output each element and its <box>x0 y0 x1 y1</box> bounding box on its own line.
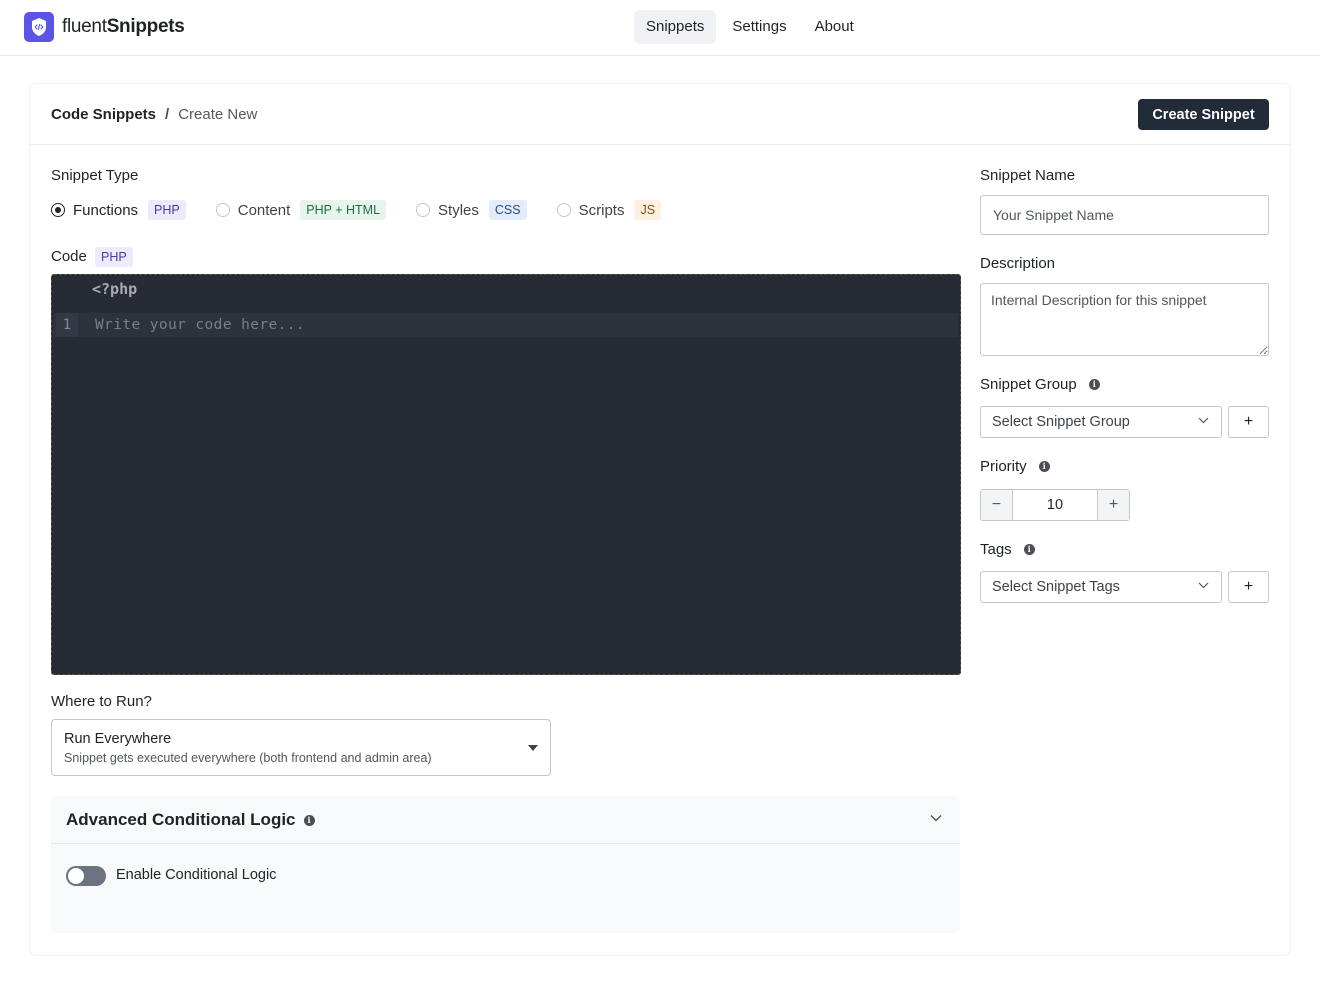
snippet-name-label: Snippet Name <box>980 167 1076 184</box>
code-placeholder: Write your code here... <box>95 317 305 333</box>
info-icon[interactable]: i <box>1088 378 1100 390</box>
type-label-functions: Functions <box>73 201 139 219</box>
badge-php: PHP <box>148 200 186 220</box>
advanced-panel-title: Advanced Conditional Logic i <box>66 810 315 830</box>
badge-php-html: PHP + HTML <box>300 200 387 220</box>
code-editor[interactable]: <?php 1 Write your code here... <box>51 274 961 675</box>
type-option-functions[interactable]: Functions PHP <box>51 200 186 220</box>
description-textarea[interactable] <box>980 283 1269 356</box>
advanced-panel-header[interactable]: Advanced Conditional Logic i <box>51 796 960 844</box>
php-open-tag: <?php <box>92 280 138 298</box>
type-option-content[interactable]: Content PHP + HTML <box>215 200 387 220</box>
add-snippet-tag-button[interactable]: + <box>1228 571 1269 603</box>
conditional-logic-toggle[interactable] <box>66 866 106 886</box>
breadcrumb-separator: / <box>165 106 170 123</box>
top-navbar: fluentSnippets Snippets Settings About <box>0 0 1320 56</box>
shield-code-icon <box>24 12 54 42</box>
snippet-group-label-text: Snippet Group <box>980 376 1077 393</box>
info-icon[interactable]: i <box>1038 460 1050 472</box>
caret-down-icon <box>528 745 538 751</box>
tags-label-text: Tags <box>980 541 1012 558</box>
advanced-conditional-logic-panel: Advanced Conditional Logic i Enable Cond… <box>51 796 960 933</box>
add-snippet-group-button[interactable]: + <box>1228 406 1269 438</box>
chevron-down-icon <box>1198 417 1209 424</box>
info-icon[interactable]: i <box>1023 543 1035 555</box>
snippet-group-placeholder: Select Snippet Group <box>992 414 1130 430</box>
editor-active-line[interactable]: 1 Write your code here... <box>53 313 958 337</box>
priority-label: Priority i <box>980 458 1050 475</box>
type-option-scripts[interactable]: Scripts JS <box>556 200 662 220</box>
code-badge-php: PHP <box>95 247 133 267</box>
snippet-tags-select[interactable]: Select Snippet Tags <box>980 571 1222 603</box>
conditional-logic-toggle-label: Enable Conditional Logic <box>116 867 277 883</box>
priority-value[interactable]: 10 <box>1013 490 1097 520</box>
description-label: Description <box>980 255 1056 272</box>
badge-js: JS <box>634 200 662 220</box>
main-nav: Snippets Settings About <box>634 10 870 44</box>
where-to-run-select[interactable]: Run Everywhere Snippet gets executed eve… <box>51 719 551 776</box>
brand-name: fluentSnippets <box>62 16 185 38</box>
radio-scripts[interactable] <box>556 203 571 217</box>
advanced-title-text: Advanced Conditional Logic <box>66 810 296 829</box>
tags-label: Tags i <box>980 541 1035 558</box>
breadcrumb-root[interactable]: Code Snippets <box>51 106 156 123</box>
priority-stepper: − 10 + <box>980 489 1130 521</box>
snippet-tags-placeholder: Select Snippet Tags <box>992 579 1120 595</box>
where-to-run-label: Where to Run? <box>51 693 152 710</box>
code-label-text: Code <box>51 248 87 265</box>
type-option-styles[interactable]: Styles CSS <box>416 200 527 220</box>
badge-css: CSS <box>488 200 527 220</box>
type-label-styles: Styles <box>438 201 479 219</box>
priority-decrement-button[interactable]: − <box>981 490 1013 520</box>
snippet-group-label: Snippet Group i <box>980 376 1100 393</box>
priority-label-text: Priority <box>980 458 1027 475</box>
type-label-content: Content <box>237 201 291 219</box>
chevron-down-icon[interactable] <box>930 814 942 822</box>
chevron-down-icon <box>1198 582 1209 589</box>
breadcrumb-current: Create New <box>178 106 258 123</box>
snippet-group-select[interactable]: Select Snippet Group <box>980 406 1222 438</box>
snippet-type-options: Functions PHP Content PHP + HTML Styles … <box>51 200 691 220</box>
line-number: 1 <box>56 313 78 337</box>
nav-settings[interactable]: Settings <box>720 10 798 44</box>
radio-content[interactable] <box>215 203 230 217</box>
brand-logo[interactable]: fluentSnippets <box>24 12 185 42</box>
info-icon[interactable]: i <box>303 814 315 826</box>
code-label: Code PHP <box>51 247 133 267</box>
brand-name-bold: Snippets <box>106 16 185 37</box>
nav-snippets[interactable]: Snippets <box>634 10 717 44</box>
breadcrumb: Code Snippets / Create New <box>51 106 257 123</box>
create-snippet-button[interactable]: Create Snippet <box>1138 99 1269 130</box>
run-option-title: Run Everywhere <box>64 731 172 747</box>
brand-name-light: fluent <box>62 16 107 37</box>
radio-functions[interactable] <box>51 203 65 217</box>
priority-increment-button[interactable]: + <box>1097 490 1129 520</box>
snippet-type-label: Snippet Type <box>51 167 139 184</box>
radio-styles[interactable] <box>416 203 431 217</box>
type-label-scripts: Scripts <box>578 201 625 219</box>
card-header: Code Snippets / Create New Create Snippe… <box>30 84 1290 145</box>
run-option-description: Snippet gets executed everywhere (both f… <box>64 751 432 765</box>
nav-about[interactable]: About <box>803 10 866 44</box>
snippet-name-input[interactable] <box>980 195 1269 235</box>
